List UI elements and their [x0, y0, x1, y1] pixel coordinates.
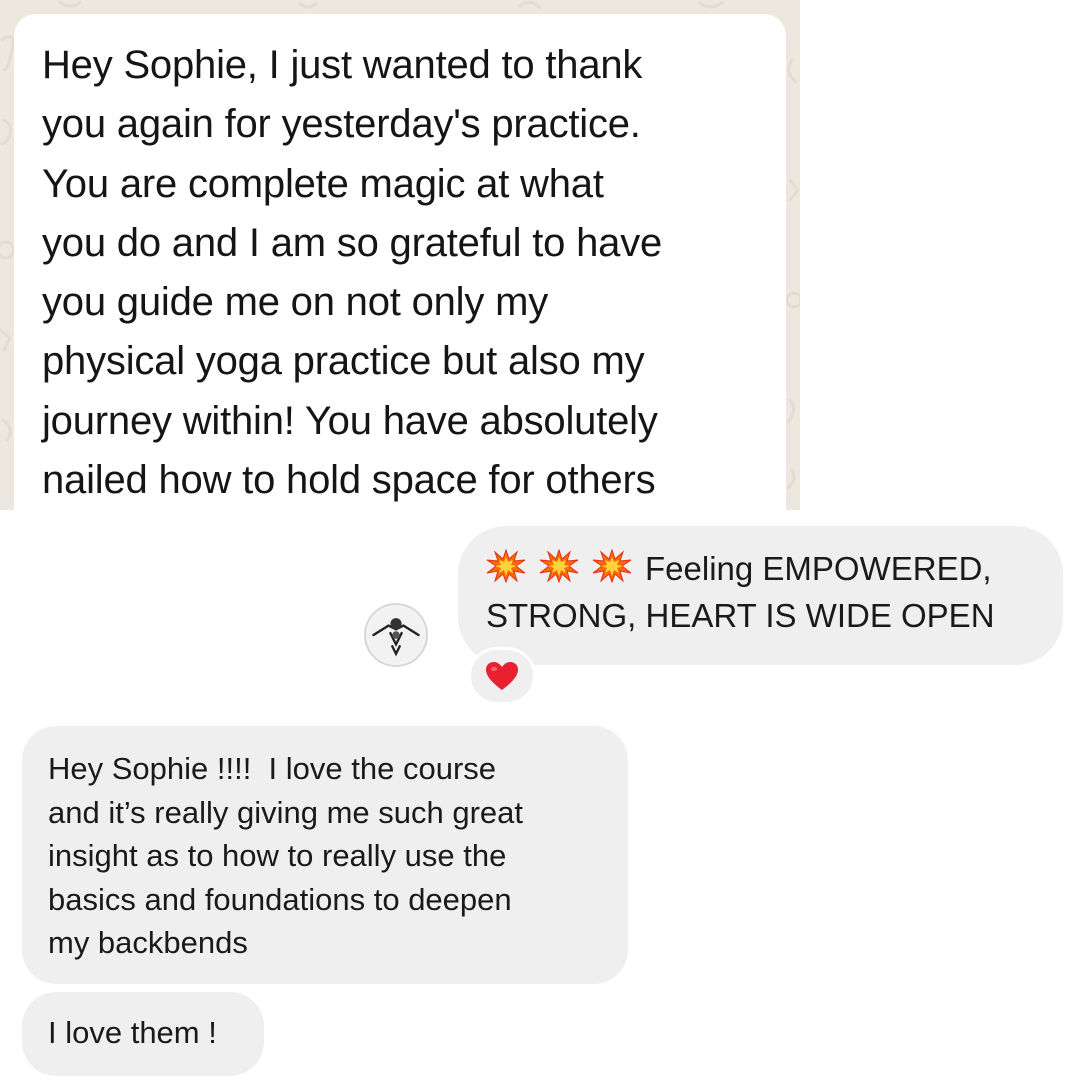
message-line: You are complete magic at what — [42, 161, 604, 206]
message-line: Hey Sophie !!!! I love the course — [48, 751, 497, 786]
message-line: nailed how to hold space for others — [42, 458, 656, 503]
message-line: journey within! You have absolutely — [42, 398, 658, 443]
message-line: you again for yesterday's practice. — [42, 102, 641, 147]
yoga-pose-icon — [367, 606, 425, 664]
message-line: and it’s really giving me such great — [48, 794, 524, 830]
collision-emoji-icon — [486, 549, 526, 583]
collision-emoji-icon — [592, 549, 632, 583]
message-line: Feeling EMPOWERED, — [645, 550, 992, 587]
top-chat-panel: Hey Sophie, I just wanted to thank you a… — [0, 0, 800, 510]
message-line: insight as to how to really use the — [48, 838, 507, 873]
message-line: physical yoga practice but also my — [42, 339, 645, 384]
collision-emoji-icon — [539, 549, 579, 583]
message-bubble-empowered: Feeling EMPOWERED, STRONG, HEART IS WIDE… — [458, 526, 1063, 665]
message-line: STRONG, HEART IS WIDE OPEN — [486, 597, 995, 634]
message-bubble-course: Hey Sophie !!!! I love the course and it… — [22, 726, 628, 984]
message-text: Hey Sophie, I just wanted to thank you a… — [42, 36, 776, 510]
red-heart-icon — [486, 662, 518, 690]
message-text: Hey Sophie !!!! I love the course and it… — [48, 747, 618, 965]
message-line: you do and I am so grateful to have — [42, 220, 663, 265]
heart-reaction[interactable] — [468, 647, 536, 705]
message-bubble-love-them: I love them ! — [22, 992, 264, 1076]
message-text: I love them ! — [48, 1015, 217, 1050]
message-line: Hey Sophie, I just wanted to thank — [42, 43, 643, 87]
message-line: basics and foundations to deepen — [48, 881, 512, 917]
message-line: my backbends — [48, 925, 248, 960]
avatar[interactable] — [364, 603, 428, 667]
message-bubble-gratitude: Hey Sophie, I just wanted to thank you a… — [14, 14, 786, 510]
message-line: you guide me on not only my — [42, 280, 549, 325]
message-text: Feeling EMPOWERED, STRONG, HEART IS WIDE… — [486, 545, 1053, 639]
